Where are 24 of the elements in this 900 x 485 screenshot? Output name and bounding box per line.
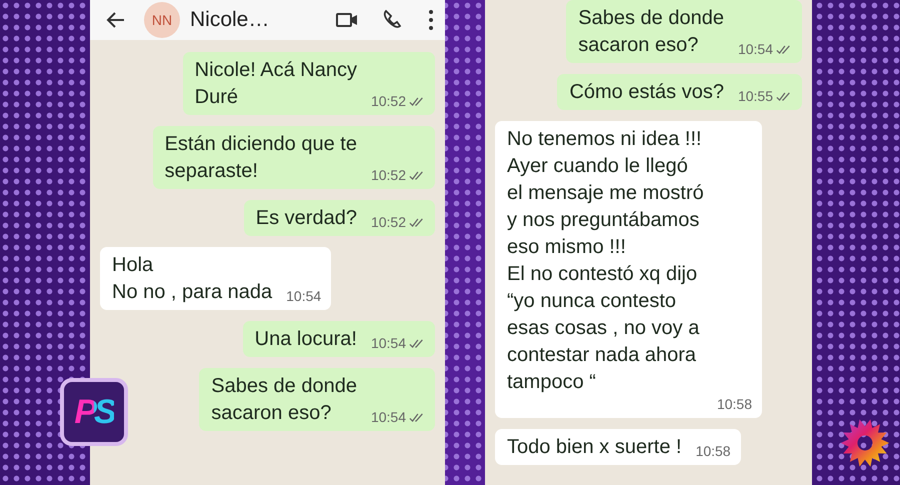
message-text: Sabes de donde sacaron eso? (211, 374, 357, 426)
message-text: No tenemos ni idea !!! Ayer cuando le llegó el mensaje me mostró y nos preguntábamos eso mismo !!! El no contestó xq dijo “yo nunca contesto esas cosas , no voy a contestar nada ahora tampoco “ (507, 127, 705, 395)
message-time: 10:52 (370, 167, 406, 183)
message-time: 10:54 (370, 335, 406, 351)
more-options-icon[interactable] (427, 8, 435, 32)
contact-name[interactable]: Nicole… (190, 8, 325, 32)
contact-avatar: NN (144, 2, 180, 38)
message-time: 10:55 (738, 88, 773, 104)
message-time: 10:54 (286, 288, 322, 304)
message-time: 10:54 (370, 409, 406, 425)
message-time: 10:54 (738, 41, 773, 57)
message-time: 10:58 (696, 443, 731, 459)
message-text: Están diciendo que te separaste! (164, 132, 357, 184)
message-text: Cómo estás vos? (569, 80, 724, 105)
flower-logo-icon (840, 418, 890, 468)
message-text: Nicole! Acá Nancy Duré (194, 58, 357, 110)
message-time: 10:58 (716, 396, 752, 412)
message-text: Es verdad? (256, 206, 357, 231)
message-text: Sabes de donde sacaron eso? (578, 6, 724, 58)
message-time: 10:52 (370, 93, 406, 109)
message-text: Hola No no , para nada (112, 253, 272, 305)
message-text: Todo bien x suerte ! (507, 435, 682, 460)
message-time: 10:52 (370, 214, 406, 230)
message-text: Una locura! (254, 327, 357, 352)
